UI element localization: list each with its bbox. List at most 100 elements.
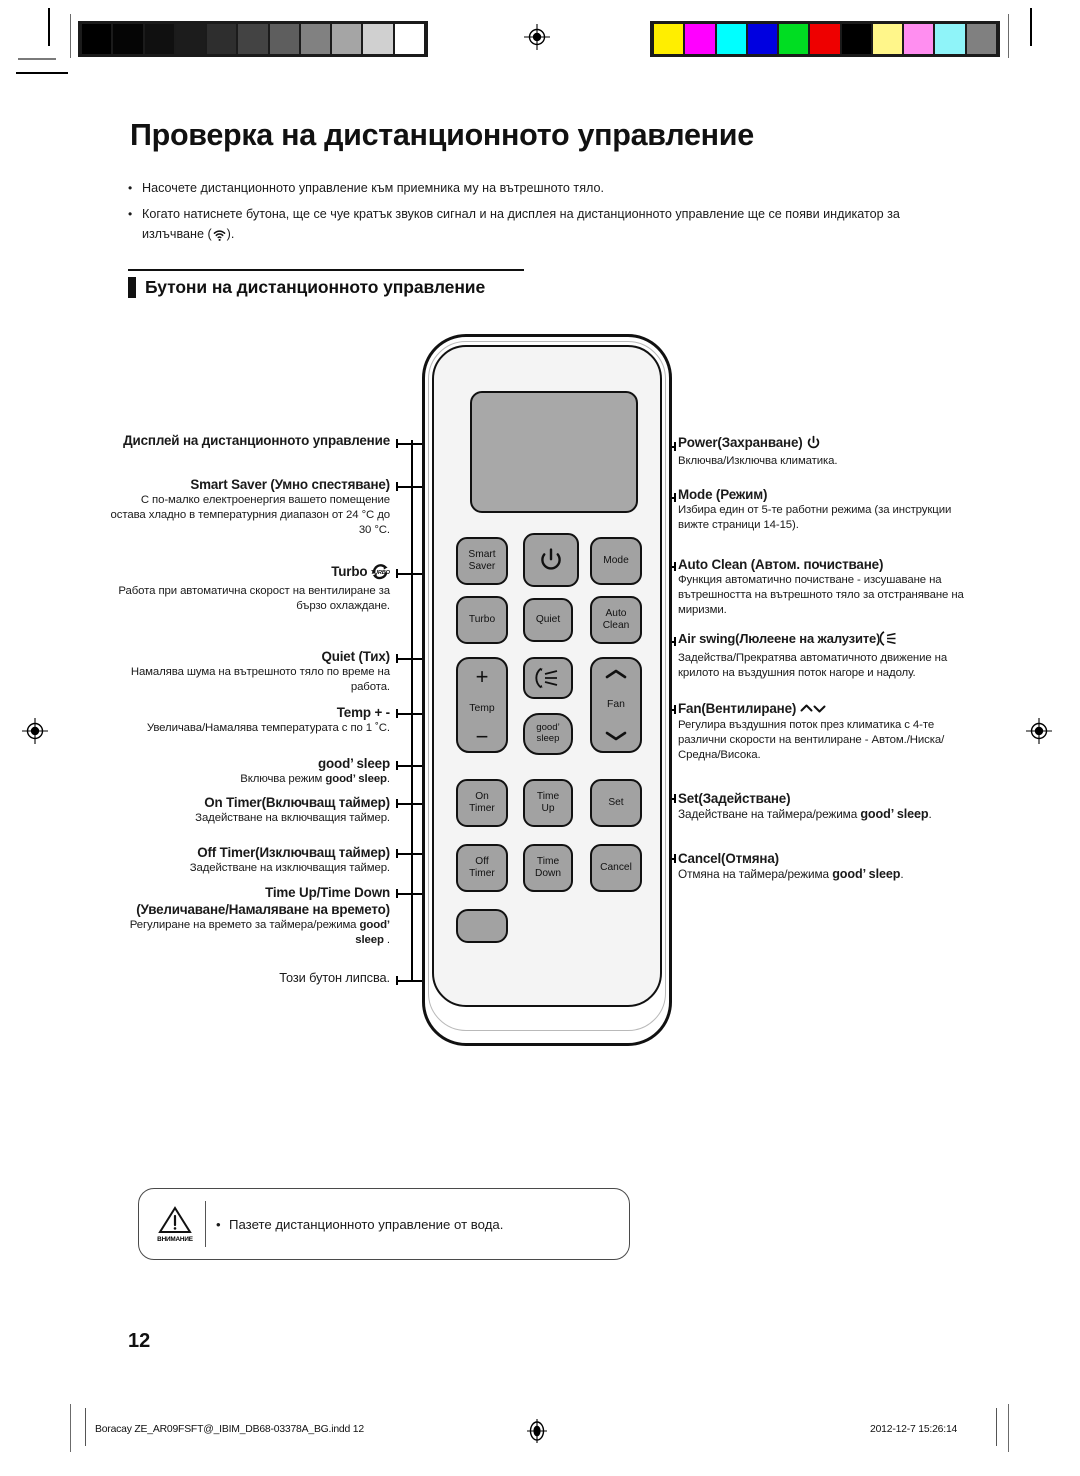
crop-rule-right: [1008, 14, 1010, 58]
color-swatch: [747, 24, 778, 54]
crop-mark-tl-h: [18, 58, 56, 60]
color-swatch: [904, 24, 934, 54]
gray-swatch: [394, 24, 424, 54]
button-time-up[interactable]: Time Up: [523, 779, 573, 827]
list-item: • Когато натиснете бутона, ще се чуе кра…: [128, 204, 956, 247]
annotation-title: Turbo TURBO: [108, 563, 391, 584]
annotation-fan: Fan(Вентилиране) Регулира въздушния пото…: [678, 700, 978, 764]
caution-text-row: • Пазете дистанционното управление от вод…: [216, 1217, 503, 1232]
button-time-down[interactable]: Time Down: [523, 844, 573, 892]
button-label: Time Up: [536, 791, 560, 814]
annotation-auto-clean: Auto Clean (Автом. почистване) Функция а…: [678, 556, 978, 619]
annotation-desc: Регулира въздушния поток през климатика …: [678, 719, 945, 762]
gray-swatch: [82, 24, 112, 54]
annotation-desc: Функция автоматично почистване - изсушав…: [678, 574, 964, 617]
annotation-desc: Намалява шума на вътрешното тяло по врем…: [130, 666, 390, 694]
annotation-title: On Timer(Включващ таймер): [204, 795, 390, 810]
color-swatch: [810, 24, 840, 54]
list-item: • Насочете дистанционното управление към…: [128, 178, 956, 198]
button-good-sleep[interactable]: good’ sleep: [523, 713, 573, 755]
footer-rule-right: [996, 1408, 998, 1446]
chevron-up-icon: [605, 669, 627, 679]
button-on-timer[interactable]: On Timer: [456, 779, 508, 827]
bullet-dot: •: [216, 1216, 221, 1232]
turbo-icon: TURBO: [371, 563, 391, 584]
section-heading-text: Бутони на дистанционното управление: [145, 277, 486, 298]
bullet-text: Когато натиснете бутона, ще се чуе кратъ…: [142, 204, 956, 247]
annotation-air-swing: Air swing(Люлеене на жалузите) Задейства…: [678, 630, 978, 681]
annotation-set: Set(Задействане) Задействане на таймера/…: [678, 790, 978, 822]
annotation-desc: Този бутон липсва.: [279, 970, 390, 985]
remote-control-illustration: SmartSaver Mode Turbo Quiet AutoClean: [418, 334, 680, 1054]
annotation-title: Set(Задействане): [678, 791, 791, 806]
leader-tick: [396, 709, 398, 718]
leader-tick: [396, 482, 398, 491]
button-label: good’ sleep: [536, 722, 560, 744]
color-swatch: [966, 24, 996, 54]
crop-mark-tl-v: [48, 8, 50, 46]
leader-tick: [396, 849, 398, 858]
annotation-desc: Избира един от 5-те работни режима (за и…: [678, 504, 952, 532]
color-calibration-bar: [650, 21, 1000, 57]
registration-mark-left: [22, 718, 48, 744]
caution-box: ВНИМАНИЕ • Пазете дистанционното управлен…: [138, 1188, 630, 1260]
button-turbo[interactable]: Turbo: [456, 596, 508, 644]
annotation-desc: Включва режим good’ sleep.: [240, 773, 390, 785]
annotation-desc: Отмяна на таймера/режима good’ sleep.: [678, 867, 904, 881]
button-smart-saver[interactable]: Smart Saver: [456, 537, 508, 585]
button-quiet[interactable]: Quiet: [523, 598, 573, 642]
color-swatch: [841, 24, 871, 54]
signal-wave-icon: [213, 227, 226, 247]
annotation-temp: Temp + - Увеличава/Намалява температурат…: [108, 704, 390, 736]
caution-symbol-group: ВНИМАНИЕ: [147, 1205, 203, 1243]
button-fan[interactable]: Fan: [590, 657, 642, 753]
annotation-time-up-down: Time Up/Time Down (Увеличаване/Намаляван…: [108, 884, 390, 948]
leader-tick: [396, 889, 398, 898]
button-label: Temp: [469, 703, 495, 715]
air-swing-icon: [879, 630, 898, 651]
button-auto-clean[interactable]: Auto Clean: [590, 596, 642, 644]
annotation-desc: Работа при автоматична скорост на вентил…: [118, 585, 390, 613]
annotation-power: Power(Захранване) Включва/Изключва клима…: [678, 434, 978, 469]
annotation-missing-button: Този бутон липсва.: [108, 970, 390, 985]
button-missing-blank[interactable]: [456, 909, 508, 943]
crop-mark-tl-h2: [16, 72, 68, 74]
leader-tick: [396, 799, 398, 808]
bullet-dot: •: [128, 207, 133, 221]
leader-tick: [396, 439, 398, 448]
annotation-desc: Задействане на изключващия таймер.: [189, 862, 390, 874]
button-label: Turbo: [468, 614, 496, 626]
annotation-title: Quiet (Тих): [321, 649, 390, 664]
registration-mark-right: [1026, 718, 1052, 744]
gray-swatch: [363, 24, 393, 54]
gray-swatch: [175, 24, 206, 54]
color-swatch: [872, 24, 903, 54]
leader-tick: [396, 569, 398, 578]
annotation-title-text: Power(Захранване): [678, 435, 803, 450]
button-power[interactable]: [523, 533, 579, 587]
button-temp[interactable]: + Temp −: [456, 657, 508, 753]
power-icon: [541, 548, 561, 570]
bullet-text: Насочете дистанционното управление към п…: [142, 181, 605, 195]
annotation-desc: Регулиране на времето за таймера/режима …: [129, 919, 390, 947]
button-off-timer[interactable]: Off Timer: [456, 844, 508, 892]
gray-swatch: [238, 24, 268, 54]
annotation-title: Time Up/Time Down: [265, 885, 390, 900]
button-set[interactable]: Set: [590, 779, 642, 827]
registration-mark-bottom: [524, 1418, 550, 1444]
button-label: Set: [608, 797, 624, 809]
power-icon: [806, 435, 821, 454]
button-label: On Timer: [469, 791, 495, 814]
annotation-title: Smart Saver (Умно спестяване): [190, 477, 390, 492]
button-air-swing[interactable]: [523, 657, 573, 699]
button-label: Quiet: [535, 614, 561, 626]
button-mode[interactable]: Mode: [590, 537, 642, 585]
button-label: Fan: [607, 699, 625, 711]
page-number: 12: [128, 1330, 151, 1352]
button-cancel[interactable]: Cancel: [590, 844, 642, 892]
temp-plus-icon: +: [475, 663, 489, 689]
caution-text: Пазете дистанционното управление от вода…: [229, 1216, 504, 1232]
annotation-title: Mode (Режим): [678, 487, 768, 502]
annotation-desc: Увеличава/Намалява температурата с по 1 …: [146, 722, 390, 734]
annotation-title: Temp + -: [336, 705, 390, 720]
